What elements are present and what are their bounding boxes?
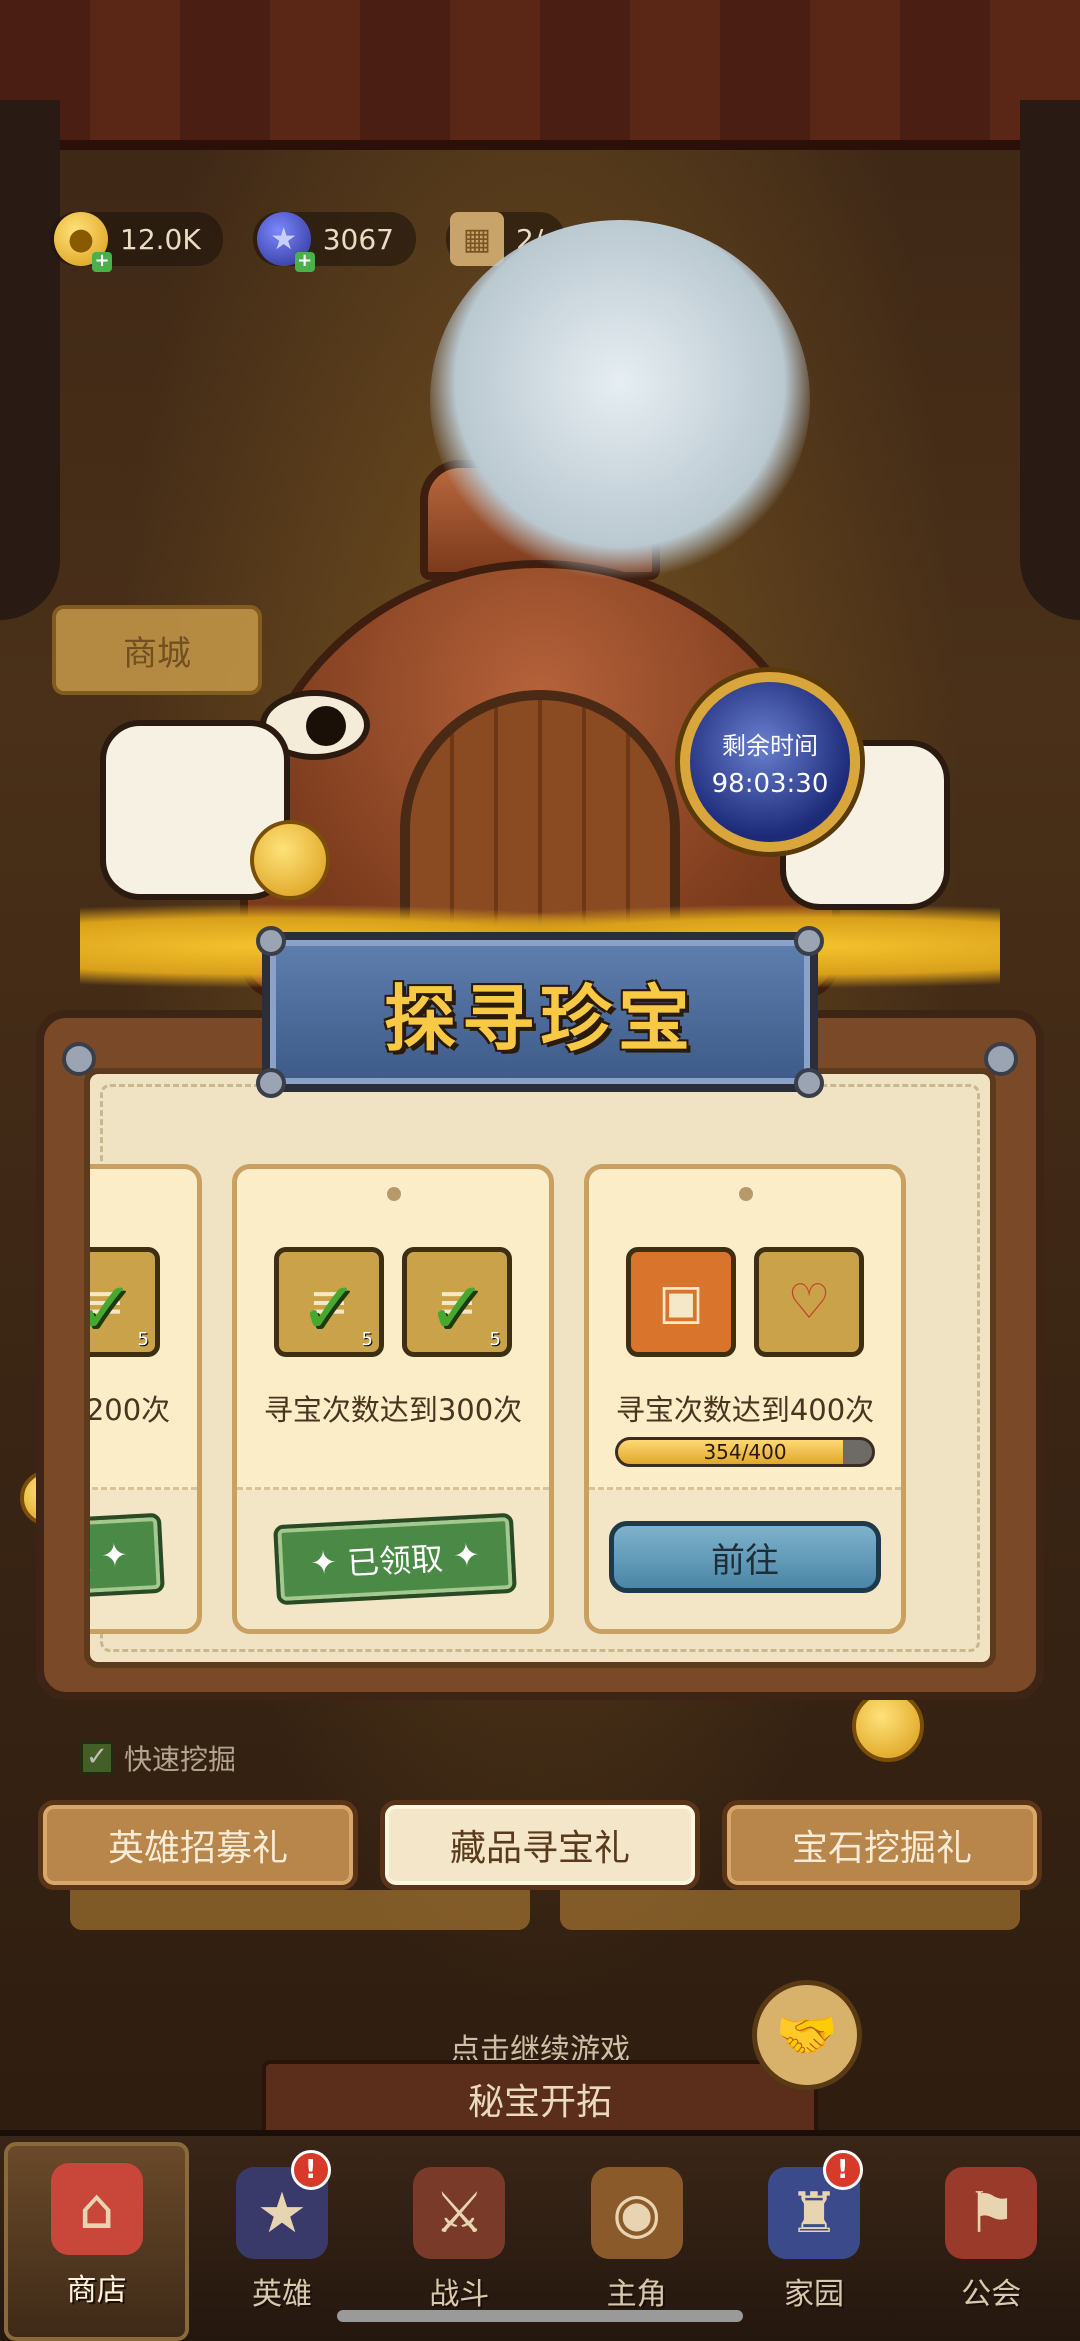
- background-bar: [70, 1890, 530, 1930]
- gem-counter[interactable]: ★ + 3067: [252, 212, 416, 272]
- nav-shop[interactable]: ⌂ 商店: [4, 2142, 190, 2341]
- nav-label: 主角: [606, 2277, 667, 2312]
- scroll-icon[interactable]: ≡✓5: [402, 1247, 512, 1357]
- bolt-icon: [256, 926, 286, 956]
- progress-text: 354/400: [703, 1440, 787, 1464]
- handshake-icon[interactable]: 🤝: [752, 1980, 862, 2090]
- guild-banner-icon: ⚑: [945, 2167, 1038, 2259]
- treasure-chest-icon[interactable]: ▣: [626, 1247, 736, 1357]
- chest-glyph: ▣: [658, 1274, 704, 1330]
- bolt-icon: [794, 926, 824, 956]
- swords-icon: ⚔: [413, 2167, 506, 2259]
- owl-icon: ◉: [590, 2167, 683, 2259]
- coin-icon: ● +: [54, 212, 112, 272]
- event-title-plaque: 探寻珍宝: [256, 926, 824, 1098]
- background-buttons: [70, 1890, 1020, 1930]
- gold-counter[interactable]: ● + 12.0K: [50, 212, 223, 272]
- alert-badge-icon: !: [290, 2150, 331, 2190]
- check-icon: ✓: [427, 1266, 488, 1350]
- milestone-card: ▣ ♡ 寻宝次数达到400次 354/400 前往: [584, 1164, 906, 1634]
- progress-bar: 354/400: [615, 1437, 875, 1467]
- nav-label: 战斗: [429, 2277, 490, 2312]
- nav-label: 公会: [961, 2277, 1022, 2312]
- reward-row: ≡✓ ≡✓5: [90, 1247, 197, 1357]
- nav-label: 商店: [66, 2273, 127, 2308]
- milestone-desc: 寻宝次数达到200次: [85, 1393, 171, 1427]
- curtain-right: [1020, 100, 1080, 620]
- check-icon: ✓: [299, 1266, 360, 1350]
- home-indicator[interactable]: [337, 2310, 743, 2322]
- alert-badge-icon: !: [822, 2150, 863, 2190]
- gold-value: 12.0K: [120, 222, 201, 256]
- go-button[interactable]: 前往: [609, 1521, 881, 1593]
- scroll-icon[interactable]: ≡✓5: [90, 1247, 160, 1357]
- tab-gem-dig-pack[interactable]: 宝石挖掘礼: [722, 1800, 1042, 1890]
- milestone-desc: 寻宝次数达到400次: [615, 1393, 875, 1427]
- steam-cloud: [430, 220, 810, 580]
- coin-icon: [852, 1690, 924, 1762]
- timer-label: 剩余时间: [722, 731, 818, 760]
- gem-value: 3067: [322, 222, 394, 256]
- quick-dig-toggle[interactable]: ✓ 快速挖掘: [80, 1738, 236, 1778]
- stage-curtain: [0, 0, 1080, 150]
- add-gem-icon[interactable]: +: [294, 252, 315, 272]
- claimed-stamp: ✦ 已领取 ✦: [84, 1512, 165, 1606]
- bolt-icon: [256, 1068, 286, 1098]
- milestone-card: ≡ ✓ 5 ≡ ✓ 5 寻宝次数达到300次 ✦ 已领取 ✦: [232, 1164, 554, 1634]
- nav-home[interactable]: ! ♜ 家园: [725, 2136, 902, 2341]
- tab-collection-treasure-pack[interactable]: 藏品寻宝礼: [380, 1800, 700, 1890]
- event-title: 探寻珍宝: [383, 976, 696, 1061]
- claimed-label: 已领取: [84, 1539, 93, 1583]
- check-icon: ✓: [90, 1266, 135, 1350]
- treasure-banner: 秘宝开拓: [262, 2060, 818, 2138]
- biscuit-icon: ▦: [449, 212, 504, 266]
- quick-dig-label: 快速挖掘: [124, 1743, 237, 1776]
- reward-row: ▣ ♡: [589, 1247, 901, 1357]
- checkbox-checked-icon[interactable]: ✓: [80, 1741, 114, 1775]
- timer-value: 98:03:30: [711, 768, 829, 799]
- remaining-time-clock: 剩余时间 98:03:30: [680, 672, 860, 852]
- nav-label: 英雄: [251, 2277, 312, 2312]
- reward-count: 5: [489, 1329, 501, 1350]
- shop-icon: ⌂: [50, 2163, 143, 2255]
- claimed-stamp: ✦ 已领取 ✦: [273, 1512, 517, 1606]
- map-glyph: ♡: [787, 1274, 831, 1330]
- milestone-card: ≡✓ ≡✓5 寻宝次数达到200次 ✦ 已领取 ✦: [84, 1164, 202, 1634]
- coin-icon: [250, 820, 330, 900]
- map-scroll-icon[interactable]: ♡: [754, 1247, 864, 1357]
- reward-row: ≡ ✓ 5 ≡ ✓ 5: [237, 1247, 549, 1357]
- card-divider: [90, 1487, 197, 1490]
- curtain-left: [0, 100, 60, 620]
- pack-tabs: 英雄招募礼 藏品寻宝礼 宝石挖掘礼: [38, 1800, 1042, 1890]
- add-gold-icon[interactable]: +: [92, 252, 112, 272]
- milestone-scroll-area[interactable]: ≡✓ ≡✓5 寻宝次数达到200次 ✦ 已领取 ✦ ≡✓5 ≡✓5 寻宝次数达到…: [84, 1068, 996, 1668]
- milestone-desc: 寻宝次数达到300次: [263, 1393, 523, 1427]
- event-panel: ≡✓ ≡✓5 寻宝次数达到200次 ✦ 已领取 ✦ ≡✓5 ≡✓5 寻宝次数达到…: [36, 1010, 1044, 1700]
- tab-hero-recruit-pack[interactable]: 英雄招募礼: [38, 1800, 358, 1890]
- background-bar: [560, 1890, 1020, 1930]
- gem-icon: ★ +: [256, 212, 315, 272]
- bolt-icon: [794, 1068, 824, 1098]
- nav-label: 家园: [783, 2277, 844, 2312]
- milestone-list: ≡✓ ≡✓5 寻宝次数达到200次 ✦ 已领取 ✦ ≡✓5 ≡✓5 寻宝次数达到…: [84, 1164, 906, 1634]
- reward-count: 5: [137, 1329, 149, 1350]
- claimed-label: 已领取: [346, 1539, 445, 1583]
- reward-count: 5: [361, 1329, 373, 1350]
- scroll-icon[interactable]: ≡✓5: [274, 1247, 384, 1357]
- card-divider: [237, 1487, 549, 1490]
- nav-guild[interactable]: ⚑ 公会: [903, 2136, 1080, 2341]
- resource-bar: ● + 12.0K ★ + 3067 ▦ 2/: [50, 212, 566, 272]
- card-divider: [589, 1487, 901, 1490]
